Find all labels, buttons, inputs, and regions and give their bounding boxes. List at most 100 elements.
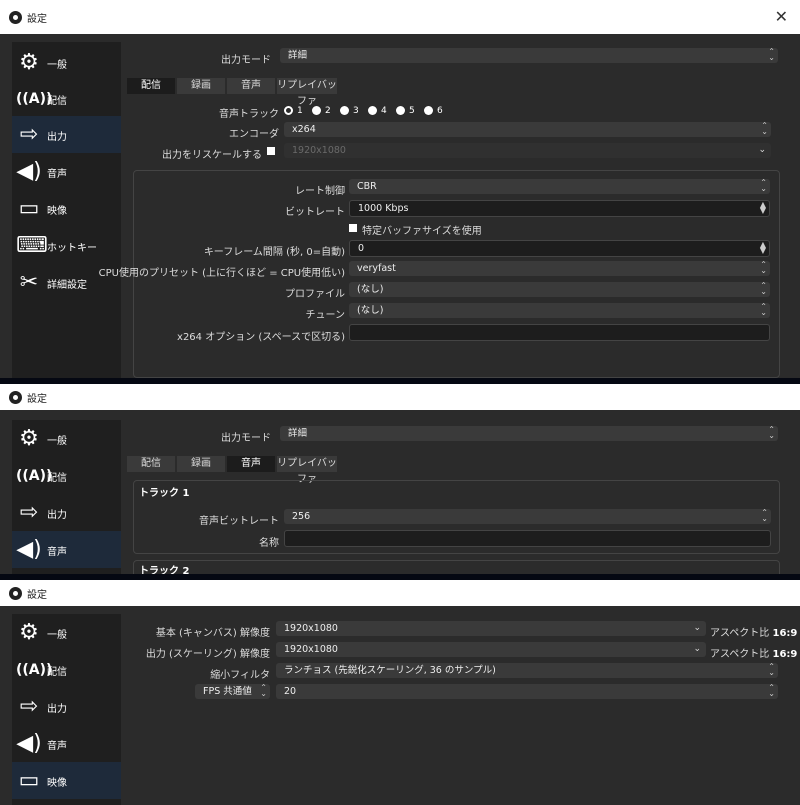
speaker-icon: ◀)	[16, 537, 42, 562]
tab-recording[interactable]: 録画	[177, 78, 225, 94]
obs-logo-icon	[9, 391, 22, 404]
track-number: 4	[381, 106, 387, 116]
tab-audio[interactable]: 音声	[227, 456, 275, 472]
updown-arrow-icon: ⌃ ⌄	[768, 683, 775, 698]
rescale-select[interactable]: 1920x1080 ⌄	[284, 143, 771, 158]
track-radio-1[interactable]	[284, 106, 293, 115]
monitor-icon: ▭	[18, 196, 40, 221]
track-name-input[interactable]	[284, 530, 771, 547]
track-radio-6[interactable]	[424, 106, 433, 115]
gear-icon: ⚙	[19, 426, 39, 451]
downscale-filter-label: 縮小フィルタ	[210, 670, 270, 681]
keyframe-spinbox[interactable]: 0 ▲ ▼	[349, 240, 770, 257]
sidebar-label: 音声	[47, 741, 67, 752]
tab-stream[interactable]: 配信	[127, 78, 175, 94]
audio-bitrate-label: 音声ビットレート	[199, 516, 279, 527]
sidebar-label: 映像	[47, 778, 67, 789]
output-mode-label: 出力モード	[221, 55, 271, 66]
broadcast-antenna-icon: ((A))	[16, 468, 53, 484]
rescale-checkbox[interactable]	[267, 147, 275, 155]
sidebar-item-general[interactable]: ⚙ 一般	[12, 44, 121, 81]
sidebar-item-audio[interactable]: ◀) 音声	[12, 153, 121, 190]
audio-track-label: 音声トラック	[219, 109, 279, 120]
sidebar-item-video[interactable]: ▭ 映像	[12, 762, 121, 799]
gear-icon: ⚙	[19, 50, 39, 75]
tab-audio[interactable]: 音声	[227, 78, 275, 94]
sidebar-item-hotkeys[interactable]: ⌨ ホットキー	[12, 227, 121, 264]
rescale-value: 1920x1080	[292, 145, 346, 156]
track-radio-4[interactable]	[368, 106, 377, 115]
aspect-ratio-label: アスペクト比 16:9	[710, 649, 798, 660]
window-title: 設定	[27, 394, 47, 405]
output-mode-value: 詳細	[288, 428, 308, 439]
audio-bitrate-value: 256	[292, 511, 311, 522]
cpu-preset-select[interactable]: veryfast ⌃ ⌄	[349, 261, 770, 276]
sidebar-item-output[interactable]: ⇨ 出力	[12, 688, 121, 725]
downscale-filter-value: ランチョス (先鋭化スケーリング, 36 のサンプル)	[284, 665, 496, 676]
output-resolution-value: 1920x1080	[284, 644, 338, 655]
rate-control-select[interactable]: CBR ⌃ ⌄	[349, 179, 770, 194]
output-resolution-label: 出力 (スケーリング) 解像度	[145, 649, 270, 660]
downscale-filter-select[interactable]: ランチョス (先鋭化スケーリング, 36 のサンプル) ⌃ ⌄	[276, 663, 778, 678]
aspect-ratio-label: アスペクト比 16:9	[710, 628, 798, 639]
broadcast-antenna-icon: ((A))	[16, 662, 53, 678]
rate-control-value: CBR	[357, 181, 377, 192]
sidebar-label: 一般	[47, 436, 67, 447]
bitrate-label: ビットレート	[285, 207, 345, 218]
sidebar-item-audio[interactable]: ◀) 音声	[12, 725, 121, 762]
updown-arrow-icon: ⌃ ⌄	[768, 425, 775, 440]
audio-bitrate-select[interactable]: 256 ⌃ ⌄	[284, 509, 771, 524]
custom-buffer-label: 特定バッファサイズを使用	[362, 226, 482, 237]
sidebar-item-output[interactable]: ⇨ 出力	[12, 116, 121, 153]
close-button[interactable]: ✕	[775, 7, 788, 26]
title-bar: 設定	[0, 580, 800, 606]
fps-value-select[interactable]: 20 ⌃ ⌄	[276, 684, 778, 699]
sidebar-item-audio[interactable]: ◀) 音声	[12, 531, 121, 568]
speaker-icon: ◀)	[16, 159, 42, 184]
tab-replay-buffer[interactable]: リプレイバッファ	[277, 456, 337, 485]
bitrate-spinbox[interactable]: 1000 Kbps ▲ ▼	[349, 200, 770, 217]
output-mode-value: 詳細	[288, 50, 308, 61]
tab-stream[interactable]: 配信	[127, 456, 175, 472]
x264-options-input[interactable]	[349, 324, 770, 341]
custom-buffer-checkbox[interactable]	[349, 224, 357, 232]
sidebar-label: 配信	[47, 96, 67, 107]
sidebar-item-stream[interactable]: ((A)) 配信	[12, 457, 121, 494]
chevron-down-icon: ⌄	[693, 623, 701, 633]
sidebar-item-video[interactable]: ▭ 映像	[12, 190, 121, 227]
output-mode-select[interactable]: 詳細 ⌃ ⌄	[280, 426, 778, 441]
track-radio-2[interactable]	[312, 106, 321, 115]
output-mode-select[interactable]: 詳細 ⌃ ⌄	[280, 48, 778, 63]
encoder-select[interactable]: x264 ⌃ ⌄	[284, 122, 771, 137]
base-resolution-label: 基本 (キャンバス) 解像度	[155, 628, 270, 639]
sidebar-item-stream[interactable]: ((A)) 配信	[12, 651, 121, 688]
window-title: 設定	[27, 590, 47, 601]
obs-logo-icon	[9, 11, 22, 24]
sidebar: ⚙ 一般 ((A)) 配信 ⇨ 出力 ◀) 音声 ▭ 映像	[12, 614, 121, 805]
updown-arrow-icon: ⌃ ⌄	[760, 281, 767, 296]
profile-select[interactable]: (なし) ⌃ ⌄	[349, 282, 770, 297]
fps-type-select[interactable]: FPS 共通値 ⌃ ⌄	[195, 684, 270, 699]
updown-arrow-icon: ⌃ ⌄	[768, 47, 775, 62]
base-resolution-combobox[interactable]: 1920x1080 ⌄	[276, 621, 706, 636]
profile-label: プロファイル	[285, 289, 345, 300]
sidebar-item-stream[interactable]: ((A)) 配信	[12, 80, 121, 117]
monitor-arrow-icon: ⇨	[19, 694, 39, 719]
track-radio-5[interactable]	[396, 106, 405, 115]
track1-title: トラック 1	[139, 488, 190, 499]
obs-logo-icon	[9, 587, 22, 600]
sidebar: ⚙ 一般 ((A)) 配信 ⇨ 出力 ◀) 音声 ▭ 映像 ⌨ ホットキー ✂ …	[12, 42, 121, 378]
keyboard-icon: ⌨	[16, 233, 48, 258]
updown-arrow-icon: ⌃ ⌄	[760, 178, 767, 193]
track-radio-3[interactable]	[340, 106, 349, 115]
sidebar-item-output[interactable]: ⇨ 出力	[12, 494, 121, 531]
tools-icon: ✂	[19, 270, 39, 295]
sidebar-item-general[interactable]: ⚙ 一般	[12, 614, 121, 651]
tab-recording[interactable]: 録画	[177, 456, 225, 472]
sidebar-item-general[interactable]: ⚙ 一般	[12, 420, 121, 457]
output-resolution-combobox[interactable]: 1920x1080 ⌄	[276, 642, 706, 657]
monitor-icon: ▭	[18, 768, 40, 793]
tune-select[interactable]: (なし) ⌃ ⌄	[349, 303, 770, 318]
window-title: 設定	[27, 14, 47, 25]
tab-replay-buffer[interactable]: リプレイバッファ	[277, 78, 337, 107]
